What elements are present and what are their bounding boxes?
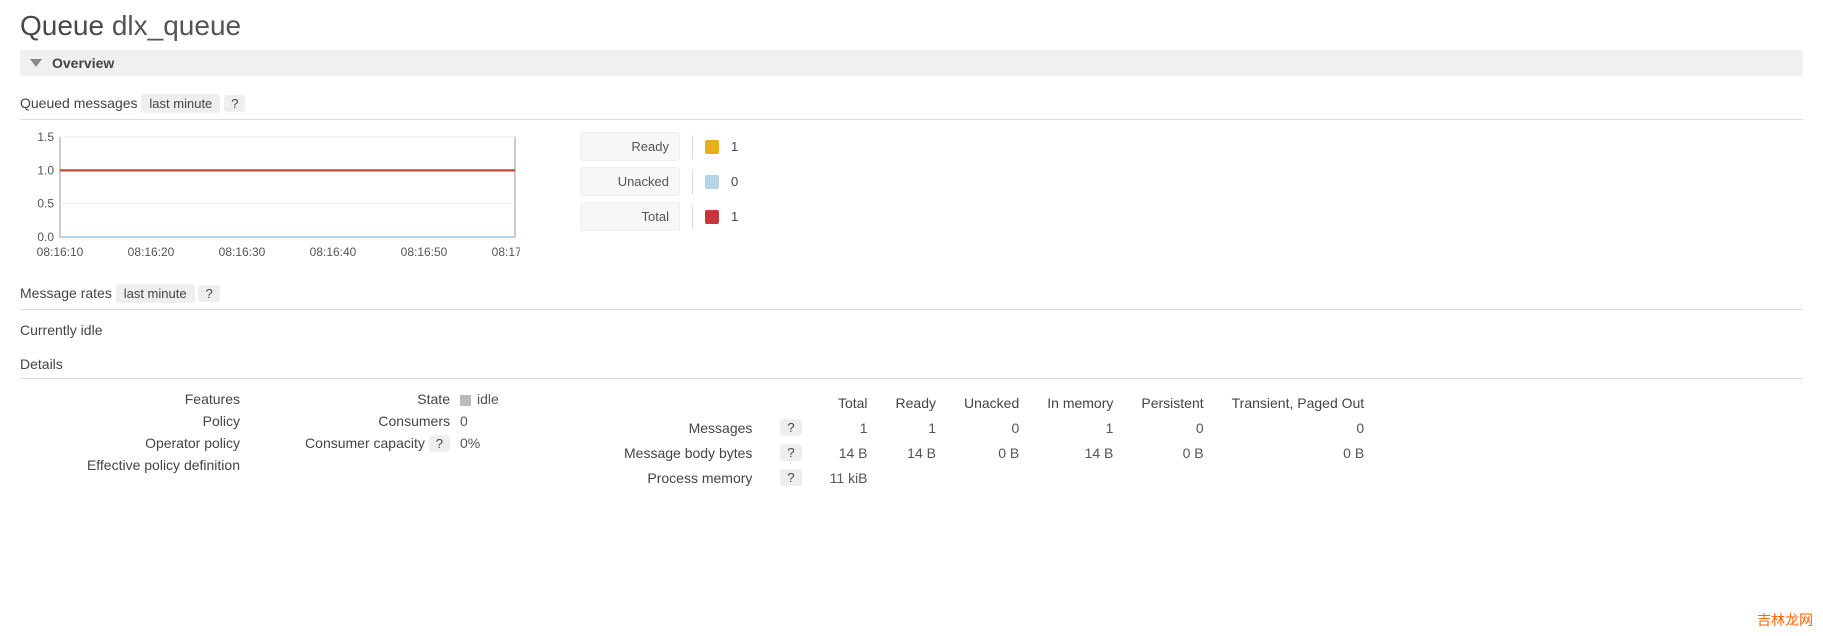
legend-label: Ready [580,132,680,161]
queued-messages-label: Queued messages [20,95,138,111]
svg-text:0.5: 0.5 [37,197,54,211]
detail-label: Effective policy definition [20,457,250,473]
help-button[interactable]: ? [780,419,801,436]
legend-row: Ready 1 [580,132,738,161]
table-row-label: Messages [610,415,766,440]
help-button[interactable]: ? [780,469,801,486]
legend-label: Unacked [580,167,680,196]
divider [20,309,1803,310]
svg-text:1.5: 1.5 [37,132,54,144]
legend-value: 1 [731,139,738,154]
queued-range-selector[interactable]: last minute [141,94,220,113]
detail-label: Consumer capacity ? [290,435,460,452]
table-cell: 1 [1033,415,1127,440]
state-dot-icon [460,395,471,406]
queued-messages-chart: 0.0 0.5 1.0 1.5 08:16:10 08:16:20 08:16:30 08:1… [20,132,520,262]
divider [692,205,693,229]
table-cell: 1 [882,415,950,440]
detail-label: Operator policy [20,435,250,451]
table-col-header: Ready [882,391,950,415]
divider [20,378,1803,379]
legend-swatch [705,140,719,154]
table-row-label: Process memory [610,465,766,490]
detail-label: Policy [20,413,250,429]
detail-value: 0 [460,413,520,429]
table-cell: 14 B [1033,440,1127,465]
svg-text:08:16:10: 08:16:10 [37,245,84,259]
rates-help-button[interactable]: ? [198,285,219,302]
table-cell: 11 kiB [816,465,882,490]
table-cell [950,465,1033,490]
chevron-down-icon [30,59,42,67]
svg-text:08:16:20: 08:16:20 [128,245,175,259]
rates-range-selector[interactable]: last minute [116,284,195,303]
table-cell: 14 B [882,440,950,465]
svg-text:08:16:30: 08:16:30 [219,245,266,259]
legend-row: Unacked 0 [580,167,738,196]
detail-label: State [290,391,460,407]
legend-label: Total [580,202,680,231]
divider [20,119,1803,120]
table-cell: 1 [816,415,882,440]
svg-text:0.0: 0.0 [37,230,54,244]
table-cell: 0 [1127,415,1217,440]
svg-text:08:17:00: 08:17:00 [492,245,520,259]
message-rates-label: Message rates [20,285,112,301]
messages-table: TotalReadyUnackedIn memoryPersistentTran… [610,391,1378,490]
help-button[interactable]: ? [780,444,801,461]
detail-value: idle [460,391,520,407]
table-cell [1218,465,1379,490]
table-row: Process memory? 11 kiB [610,465,1378,490]
idle-text: Currently idle [20,322,1803,338]
page-title: Queue dlx_queue [20,10,1803,42]
detail-label: Features [20,391,250,407]
chart-legend: Ready 1 Unacked 0 Total 1 [580,132,738,237]
table-cell: 0 B [1127,440,1217,465]
table-cell: 0 B [950,440,1033,465]
table-cell: 14 B [816,440,882,465]
legend-swatch [705,210,719,224]
table-cell [1127,465,1217,490]
svg-text:1.0: 1.0 [37,163,54,177]
table-cell: 0 [1218,415,1379,440]
help-button[interactable]: ? [429,435,450,452]
legend-value: 1 [731,209,738,224]
table-col-header: Unacked [950,391,1033,415]
watermark: 吉林龙网 [1757,610,1813,630]
divider [692,135,693,159]
divider [692,170,693,194]
legend-row: Total 1 [580,202,738,231]
overview-label: Overview [52,55,114,71]
table-col-header: Transient, Paged Out [1218,391,1379,415]
queue-name: dlx_queue [112,10,241,41]
table-col-header: Persistent [1127,391,1217,415]
table-row: Message body bytes?14 B14 B0 B14 B0 B0 B [610,440,1378,465]
table-row: Messages?110100 [610,415,1378,440]
detail-value: 0% [460,435,520,452]
detail-label: Consumers [290,413,460,429]
table-cell: 0 [950,415,1033,440]
queued-help-button[interactable]: ? [224,95,245,112]
legend-value: 0 [731,174,738,189]
svg-text:08:16:40: 08:16:40 [310,245,357,259]
svg-text:08:16:50: 08:16:50 [401,245,448,259]
table-cell [882,465,950,490]
table-cell: 0 B [1218,440,1379,465]
table-cell [1033,465,1127,490]
table-row-label: Message body bytes [610,440,766,465]
table-col-header: Total [816,391,882,415]
overview-toggle[interactable]: Overview [20,50,1803,76]
details-label: Details [20,356,1803,372]
table-col-header: In memory [1033,391,1127,415]
title-prefix: Queue [20,10,104,41]
legend-swatch [705,175,719,189]
